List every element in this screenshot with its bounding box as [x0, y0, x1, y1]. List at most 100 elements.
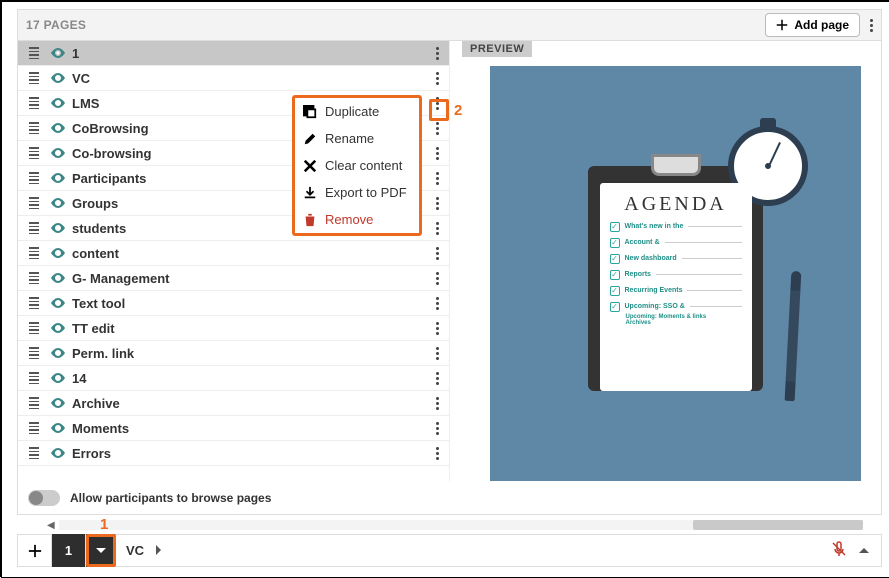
- agenda-item: Recurring Events: [610, 286, 742, 296]
- add-page-button[interactable]: Add page: [765, 13, 860, 37]
- page-dropdown-button[interactable]: [86, 534, 116, 567]
- menu-export[interactable]: Export to PDF: [295, 179, 419, 206]
- page-more-button[interactable]: [436, 47, 439, 60]
- drag-handle-icon[interactable]: [28, 72, 40, 84]
- drag-handle-icon[interactable]: [28, 47, 40, 59]
- check-icon: [610, 286, 620, 296]
- visibility-icon[interactable]: [50, 170, 66, 186]
- menu-rename[interactable]: Rename: [295, 125, 419, 152]
- visibility-icon[interactable]: [50, 445, 66, 461]
- preview-canvas: AGENDA What's new in theAccount &New das…: [490, 66, 861, 490]
- page-row[interactable]: Moments: [18, 416, 449, 441]
- visibility-icon[interactable]: [50, 345, 66, 361]
- menu-duplicate[interactable]: Duplicate: [295, 98, 419, 125]
- menu-rename-label: Rename: [325, 131, 374, 146]
- page-more-button[interactable]: [436, 72, 439, 85]
- visibility-icon[interactable]: [50, 145, 66, 161]
- page-more-button[interactable]: [436, 222, 439, 235]
- drag-handle-icon[interactable]: [28, 97, 40, 109]
- page-more-button[interactable]: [436, 147, 439, 160]
- page-label: LMS: [72, 96, 99, 111]
- next-page-button[interactable]: [154, 543, 174, 558]
- page-more-button[interactable]: [436, 372, 439, 385]
- page-row[interactable]: Errors: [18, 441, 449, 466]
- page-more-button[interactable]: [436, 347, 439, 360]
- current-page-number[interactable]: 1: [52, 534, 86, 567]
- drag-handle-icon[interactable]: [28, 147, 40, 159]
- page-row[interactable]: Perm. link: [18, 341, 449, 366]
- pen-icon: [785, 270, 802, 400]
- page-more-button[interactable]: [436, 297, 439, 310]
- page-more-button[interactable]: [436, 172, 439, 185]
- page-row[interactable]: TT edit: [18, 316, 449, 341]
- drag-handle-icon[interactable]: [28, 397, 40, 409]
- page-row[interactable]: content: [18, 241, 449, 266]
- visibility-icon[interactable]: [50, 370, 66, 386]
- drag-handle-icon[interactable]: [28, 272, 40, 284]
- page-row[interactable]: Text tool: [18, 291, 449, 316]
- page-label: 14: [72, 371, 86, 386]
- page-row[interactable]: Archive: [18, 391, 449, 416]
- drag-handle-icon[interactable]: [28, 197, 40, 209]
- page-more-button[interactable]: [436, 247, 439, 260]
- visibility-icon[interactable]: [50, 320, 66, 336]
- agenda-item: Reports: [610, 270, 742, 280]
- drag-handle-icon[interactable]: [28, 372, 40, 384]
- page-more-button[interactable]: [436, 197, 439, 210]
- drag-handle-icon[interactable]: [28, 297, 40, 309]
- page-row[interactable]: VC: [18, 66, 449, 91]
- menu-duplicate-label: Duplicate: [325, 104, 379, 119]
- chevron-right-icon: [154, 545, 164, 555]
- browse-pages-toggle[interactable]: [28, 490, 60, 506]
- visibility-icon[interactable]: [50, 45, 66, 61]
- visibility-icon[interactable]: [50, 245, 66, 261]
- page-more-button[interactable]: [436, 397, 439, 410]
- menu-remove[interactable]: Remove: [295, 206, 419, 233]
- page-row[interactable]: G- Management: [18, 266, 449, 291]
- drag-handle-icon[interactable]: [28, 322, 40, 334]
- page-more-button[interactable]: [436, 272, 439, 285]
- drag-handle-icon[interactable]: [28, 222, 40, 234]
- page-more-button[interactable]: [436, 322, 439, 335]
- visibility-icon[interactable]: [50, 95, 66, 111]
- add-page-bottom-button[interactable]: [18, 534, 52, 567]
- check-icon: [610, 222, 620, 232]
- visibility-icon[interactable]: [50, 270, 66, 286]
- visibility-icon[interactable]: [50, 295, 66, 311]
- agenda-item-text: Reports: [625, 271, 651, 278]
- drag-handle-icon[interactable]: [28, 422, 40, 434]
- expand-up-button[interactable]: [859, 543, 869, 558]
- visibility-icon[interactable]: [50, 420, 66, 436]
- check-icon: [610, 270, 620, 280]
- page-more-button[interactable]: [436, 447, 439, 460]
- agenda-item-text: Recurring Events: [625, 287, 683, 294]
- page-label: students: [72, 221, 126, 236]
- visibility-icon[interactable]: [50, 195, 66, 211]
- agenda-item-text: Account &: [625, 239, 660, 246]
- visibility-icon[interactable]: [50, 220, 66, 236]
- drag-handle-icon[interactable]: [28, 347, 40, 359]
- drag-handle-icon[interactable]: [28, 247, 40, 259]
- visibility-icon[interactable]: [50, 70, 66, 86]
- drag-handle-icon[interactable]: [28, 122, 40, 134]
- mic-off-icon[interactable]: [831, 541, 847, 560]
- plus-icon: [28, 544, 42, 558]
- page-more-button[interactable]: [436, 122, 439, 135]
- menu-clear[interactable]: Clear content: [295, 152, 419, 179]
- pages-more-button[interactable]: [870, 19, 873, 32]
- page-label: Perm. link: [72, 346, 134, 361]
- page-more-button[interactable]: [436, 97, 439, 110]
- horizontal-scrollbar[interactable]: ◀: [47, 518, 867, 532]
- page-row[interactable]: 1: [18, 41, 449, 66]
- page-label: TT edit: [72, 321, 115, 336]
- page-label: Errors: [72, 446, 111, 461]
- page-row[interactable]: 14: [18, 366, 449, 391]
- page-context-menu[interactable]: Duplicate Rename Clear content Export to…: [292, 95, 422, 236]
- visibility-icon[interactable]: [50, 120, 66, 136]
- page-more-button[interactable]: [436, 422, 439, 435]
- drag-handle-icon[interactable]: [28, 447, 40, 459]
- page-label: Participants: [72, 171, 146, 186]
- visibility-icon[interactable]: [50, 395, 66, 411]
- browse-pages-label: Allow participants to browse pages: [70, 491, 271, 505]
- drag-handle-icon[interactable]: [28, 172, 40, 184]
